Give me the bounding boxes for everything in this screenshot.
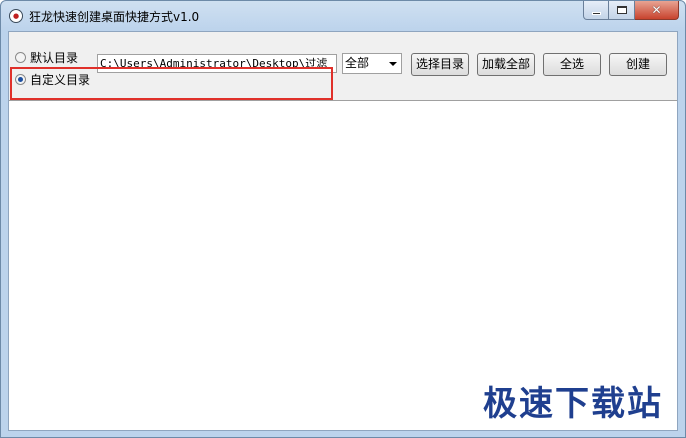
minimize-icon [591,12,601,15]
app-window: ● 狂龙快速创建桌面快捷方式v1.0 ✕ 默认目录 自定义目录 C:\Users… [0,0,686,438]
filter-select-value: 全部 [345,56,370,70]
minimize-button[interactable] [583,1,609,20]
create-button[interactable]: 创建 [609,53,667,76]
window-title: 狂龙快速创建桌面快捷方式v1.0 [29,10,200,24]
filter-select[interactable]: 全部 [342,53,402,74]
close-icon: ✕ [651,3,662,17]
caption-buttons: ✕ [583,1,679,21]
select-dir-button[interactable]: 选择目录 [411,53,469,76]
maximize-button[interactable] [609,1,635,20]
select-all-button[interactable]: 全选 [543,53,601,76]
maximize-icon [616,6,627,14]
close-button[interactable]: ✕ [635,1,679,20]
app-icon: ● [9,9,23,23]
chevron-down-icon[interactable] [389,62,397,66]
load-all-button[interactable]: 加载全部 [477,53,535,76]
client-area: 默认目录 自定义目录 C:\Users\Administrator\Deskto… [8,31,678,431]
watermark-logo: 极速下载站 [483,384,663,424]
radio-default-dir-label: 默认目录 [30,51,79,65]
highlight-box [10,67,333,100]
title-bar[interactable]: ● 狂龙快速创建桌面快捷方式v1.0 ✕ [1,1,685,31]
radio-default-dir[interactable]: 默认目录 [15,49,78,66]
radio-circle-default[interactable] [15,52,26,63]
